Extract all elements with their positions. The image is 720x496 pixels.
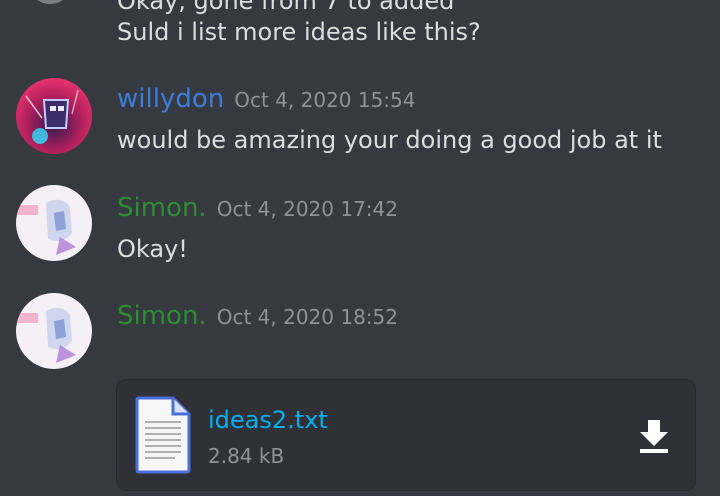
text-file-icon	[135, 396, 191, 474]
timestamp: Oct 4, 2020 17:42	[216, 197, 398, 221]
message-header: Simon. Oct 4, 2020 17:42	[117, 193, 398, 223]
timestamp: Oct 4, 2020 15:54	[234, 88, 416, 112]
message-header: willydon Oct 4, 2020 15:54	[117, 84, 416, 114]
message-text: would be amazing your doing a good job a…	[117, 126, 662, 154]
message-text: Okay!	[117, 235, 188, 263]
avatar[interactable]	[16, 293, 92, 369]
message-text: Suld i list more ideas like this?	[117, 18, 481, 46]
username[interactable]: Simon.	[117, 193, 207, 223]
avatar[interactable]	[30, 0, 70, 4]
file-attachment[interactable]: ideas2.txt 2.84 kB	[116, 379, 696, 491]
message-header: Simon. Oct 4, 2020 18:52	[117, 301, 398, 331]
message-text: Okay, gone from 7 to added	[117, 0, 455, 15]
avatar[interactable]	[16, 185, 92, 261]
file-name-link[interactable]: ideas2.txt	[208, 406, 328, 434]
avatar[interactable]	[16, 78, 92, 154]
timestamp: Oct 4, 2020 18:52	[216, 305, 398, 329]
username[interactable]: willydon	[117, 84, 224, 114]
username[interactable]: Simon.	[117, 301, 207, 331]
file-size: 2.84 kB	[208, 444, 285, 468]
download-icon[interactable]	[637, 418, 671, 454]
